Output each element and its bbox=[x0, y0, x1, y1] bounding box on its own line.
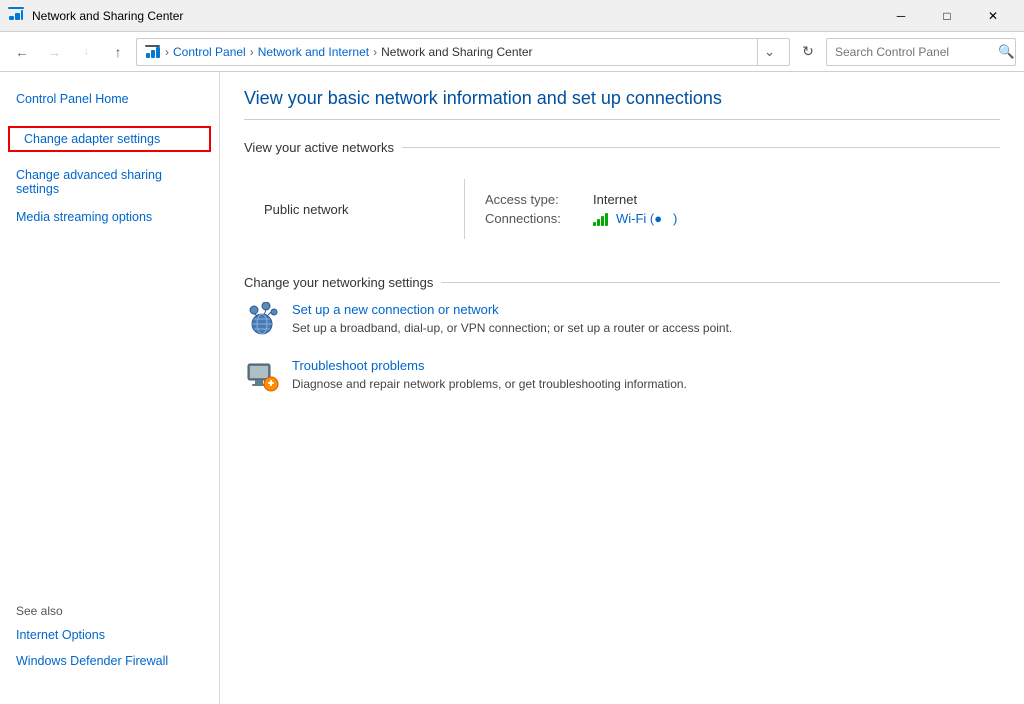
network-info: Access type: Internet Connections: Wi-Fi… bbox=[485, 192, 677, 226]
path-separator-2: › bbox=[250, 45, 254, 59]
sidebar: Control Panel Home Change adapter settin… bbox=[0, 72, 220, 704]
main-layout: Control Panel Home Change adapter settin… bbox=[0, 72, 1024, 704]
path-separator-1: › bbox=[165, 45, 169, 59]
new-connection-item: Set up a new connection or network Set u… bbox=[244, 302, 1000, 338]
window-icon bbox=[8, 6, 24, 25]
path-separator-3: › bbox=[373, 45, 377, 59]
troubleshoot-text: Troubleshoot problems Diagnose and repai… bbox=[292, 358, 687, 391]
networking-settings-header: Change your networking settings bbox=[244, 275, 1000, 290]
access-type-row: Access type: Internet bbox=[485, 192, 677, 207]
troubleshoot-link[interactable]: Troubleshoot problems bbox=[292, 358, 687, 373]
active-networks-header: View your active networks bbox=[244, 140, 1000, 155]
see-also-label: See also bbox=[16, 604, 203, 618]
back-button[interactable]: ← bbox=[8, 38, 36, 66]
troubleshoot-item: Troubleshoot problems Diagnose and repai… bbox=[244, 358, 1000, 394]
sidebar-change-adapter[interactable]: Change adapter settings bbox=[8, 126, 211, 152]
access-type-value: Internet bbox=[593, 192, 637, 207]
title-bar: Network and Sharing Center ─ □ ✕ bbox=[0, 0, 1024, 32]
page-title: View your basic network information and … bbox=[244, 88, 1000, 120]
maximize-button[interactable]: □ bbox=[924, 0, 970, 32]
new-connection-description: Set up a broadband, dial-up, or VPN conn… bbox=[292, 321, 732, 335]
close-button[interactable]: ✕ bbox=[970, 0, 1016, 32]
search-button[interactable]: 🔍 bbox=[998, 39, 1015, 65]
address-path: › Control Panel › Network and Internet ›… bbox=[136, 38, 790, 66]
network-divider bbox=[464, 179, 465, 239]
content-area: View your basic network information and … bbox=[220, 72, 1024, 704]
troubleshoot-description: Diagnose and repair network problems, or… bbox=[292, 377, 687, 391]
refresh-button[interactable]: ↻ bbox=[794, 38, 822, 66]
address-bar: ← → ↓ ↑ › Control Panel › Network and In… bbox=[0, 32, 1024, 72]
search-input[interactable] bbox=[827, 39, 998, 65]
access-type-label: Access type: bbox=[485, 192, 585, 207]
sidebar-windows-firewall[interactable]: Windows Defender Firewall bbox=[16, 650, 203, 672]
wifi-signal-icon bbox=[593, 212, 608, 226]
minimize-button[interactable]: ─ bbox=[878, 0, 924, 32]
path-icon bbox=[145, 44, 161, 60]
recent-button[interactable]: ↓ bbox=[72, 38, 100, 66]
connections-label: Connections: bbox=[485, 211, 585, 226]
breadcrumb-control-panel[interactable]: Control Panel bbox=[173, 45, 246, 59]
sidebar-internet-options[interactable]: Internet Options bbox=[16, 624, 203, 646]
active-networks-box: Public network Access type: Internet Con… bbox=[244, 167, 1000, 251]
wifi-link[interactable]: Wi-Fi (● ) bbox=[616, 211, 677, 226]
network-name: Public network bbox=[244, 202, 444, 217]
up-button[interactable]: ↑ bbox=[104, 38, 132, 66]
new-connection-text: Set up a new connection or network Set u… bbox=[292, 302, 732, 335]
sidebar-control-panel-home[interactable]: Control Panel Home bbox=[0, 88, 219, 110]
forward-button[interactable]: → bbox=[40, 38, 68, 66]
address-dropdown-button[interactable]: ⌄ bbox=[757, 38, 781, 66]
breadcrumb-current: Network and Sharing Center bbox=[381, 45, 532, 59]
new-connection-icon bbox=[244, 302, 280, 338]
sidebar-see-also: See also Internet Options Windows Defend… bbox=[0, 588, 219, 688]
breadcrumb-network-internet[interactable]: Network and Internet bbox=[258, 45, 369, 59]
sidebar-media-streaming[interactable]: Media streaming options bbox=[0, 206, 219, 228]
window-controls: ─ □ ✕ bbox=[878, 0, 1016, 32]
connections-row: Connections: Wi-Fi (● ) bbox=[485, 211, 677, 226]
search-box: 🔍 bbox=[826, 38, 1016, 66]
new-connection-link[interactable]: Set up a new connection or network bbox=[292, 302, 732, 317]
window-title: Network and Sharing Center bbox=[32, 9, 183, 23]
troubleshoot-icon bbox=[244, 358, 280, 394]
sidebar-advanced-sharing[interactable]: Change advanced sharing settings bbox=[0, 164, 219, 200]
